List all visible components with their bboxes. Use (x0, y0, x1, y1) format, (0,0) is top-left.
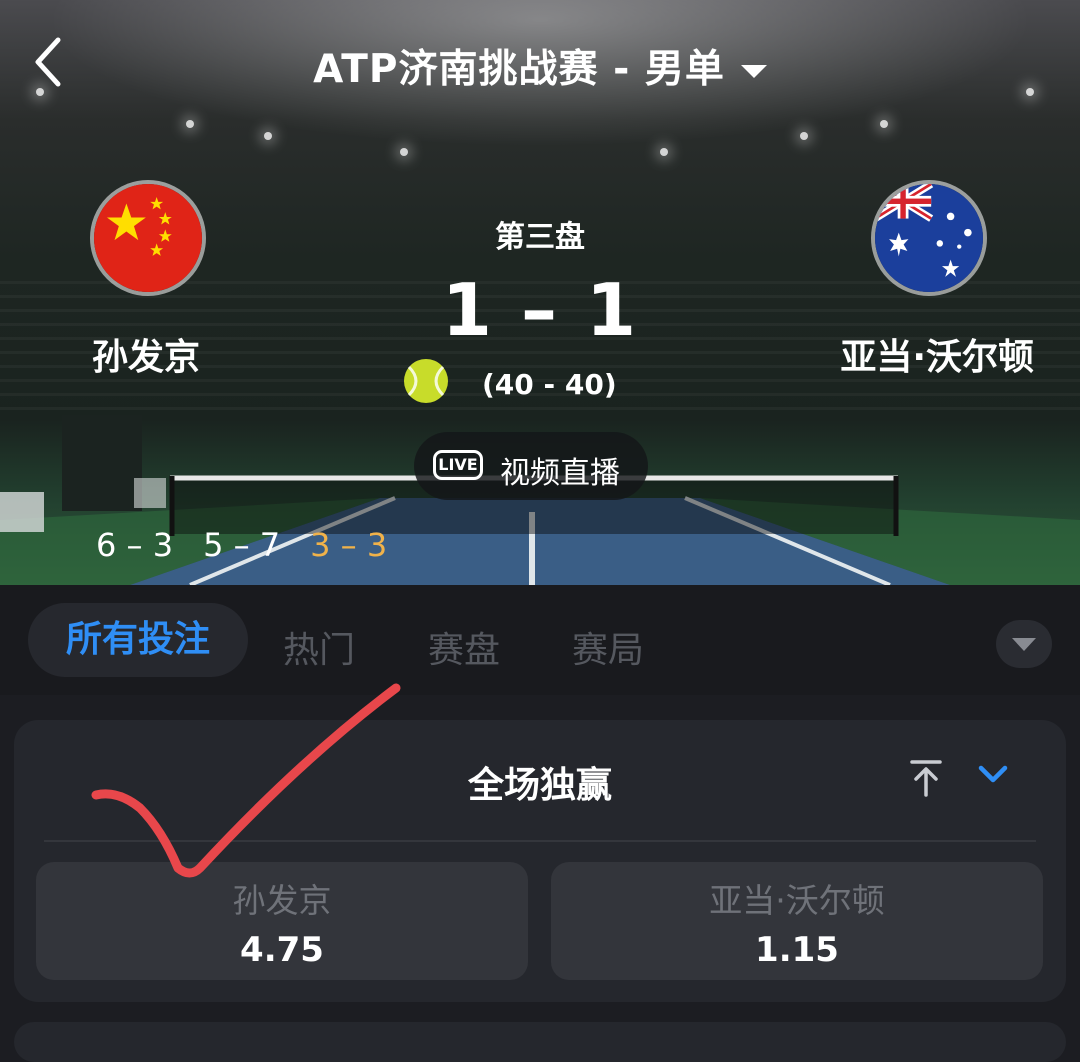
tab-all-bets[interactable]: 所有投注 (28, 603, 248, 677)
set-score-3: 3 – 3 (310, 526, 388, 564)
odds-option-name: 孙发京 (232, 881, 332, 920)
tournament-title: ATP济南挑战赛 - 男单 (313, 47, 725, 92)
live-video-button[interactable]: LIVE 视频直播 (414, 432, 648, 500)
odds-button-player1[interactable]: 孙发京 4.75 (36, 862, 528, 980)
odds-option-name: 亚当·沃尔顿 (709, 881, 885, 920)
set-score-1: 6 – 3 (96, 526, 174, 564)
pin-to-top-icon[interactable] (909, 758, 943, 798)
chevron-down-icon[interactable] (977, 762, 1009, 788)
tennis-ball-icon (404, 359, 448, 403)
odds-value: 4.75 (240, 930, 324, 970)
match-header-banner: ATP济南挑战赛 - 男单 孙发京 亚当·沃尔顿 第三盘 1 – 1 (40 -… (0, 0, 1080, 585)
odds-value: 1.15 (755, 930, 839, 970)
next-market-card (14, 1022, 1066, 1062)
market-card: 全场独赢 孙发京 4.75 亚当·沃尔顿 1.15 (14, 720, 1066, 1002)
live-badge: LIVE (433, 450, 483, 480)
tab-sets[interactable]: 赛盘 (428, 621, 500, 673)
live-video-label: 视频直播 (500, 456, 620, 491)
tabs-expand-button[interactable] (996, 620, 1052, 668)
set-score-2: 5 – 7 (203, 526, 281, 564)
tab-hot[interactable]: 热门 (283, 621, 355, 673)
set-scores: 6 – 3 5 – 7 3 – 3 (96, 526, 417, 564)
current-set-label: 第三盘 (495, 220, 585, 255)
triangle-down-icon (1012, 638, 1036, 651)
odds-button-player2[interactable]: 亚当·沃尔顿 1.15 (551, 862, 1043, 980)
game-score: (40 - 40) (482, 368, 617, 401)
bet-category-tabs: 所有投注 热门 赛盘 赛局 (0, 585, 1080, 695)
tab-games[interactable]: 赛局 (572, 621, 644, 673)
caret-down-icon[interactable] (740, 65, 767, 78)
set-score: 1 – 1 (441, 268, 639, 352)
page-title[interactable]: ATP济南挑战赛 - 男单 (0, 38, 1080, 94)
divider (44, 840, 1036, 842)
